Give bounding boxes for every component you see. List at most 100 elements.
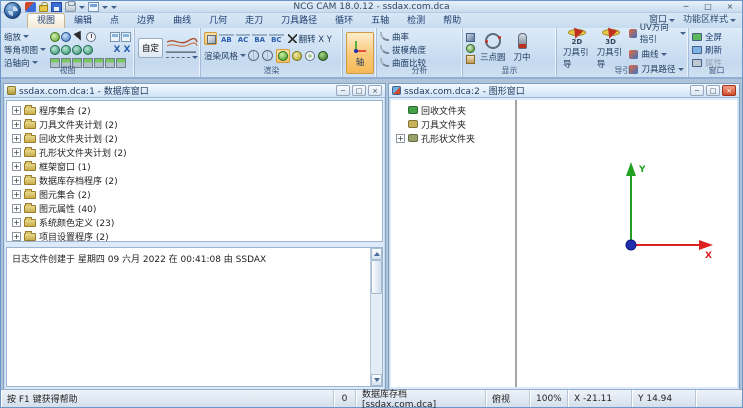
zoom-extents-icon[interactable]: X — [112, 45, 122, 55]
tree-item[interactable]: 图元属性 (40) — [7, 201, 382, 215]
textured-icon[interactable] — [318, 51, 328, 61]
db-restore-button[interactable]: □ — [352, 85, 366, 96]
custom-button[interactable]: 自定 — [138, 38, 163, 58]
ribbon-tab[interactable]: 视图 — [27, 13, 65, 28]
analysis-item[interactable]: 曲率 — [380, 30, 460, 43]
tree-item[interactable]: 项目设置程序 (2) — [7, 229, 382, 242]
expand-icon[interactable] — [396, 134, 405, 143]
gfx-minimize-button[interactable]: ─ — [690, 85, 704, 96]
dash-style-dropdown[interactable] — [166, 56, 198, 59]
view-pair-button[interactable]: AC — [236, 34, 251, 44]
tree-item[interactable]: 框架窗口 (1) — [7, 159, 382, 173]
zoom-dropdown[interactable]: 缩放 — [4, 31, 50, 43]
guide-menu-item[interactable]: UV方向指引 — [629, 21, 686, 45]
three-point-circle-button[interactable]: 三点圆 — [477, 28, 509, 68]
scrollbar-thumb[interactable] — [371, 260, 382, 294]
tree-item[interactable]: 刀具文件夹 — [391, 117, 515, 131]
hidden-line-icon[interactable] — [262, 50, 273, 61]
expand-icon[interactable] — [12, 232, 21, 241]
iso-view-4-icon[interactable] — [83, 45, 93, 55]
tree-item[interactable]: 数据库存档程序 (2) — [7, 173, 382, 187]
ribbon-tab[interactable]: 五轴 — [362, 14, 398, 28]
ribbon-tab[interactable]: 边界 — [128, 14, 164, 28]
log-scrollbar[interactable] — [370, 248, 382, 386]
display-sphere-icon[interactable] — [466, 44, 475, 53]
window-group-item[interactable]: 全屏 — [692, 30, 742, 43]
ribbon-tab[interactable]: 帮助 — [434, 14, 470, 28]
display-stock-icon[interactable] — [466, 55, 475, 64]
ribbon-tab[interactable]: 走刀 — [236, 14, 272, 28]
flip-icon[interactable] — [288, 34, 297, 43]
shaded-selected[interactable] — [276, 49, 290, 63]
shaded-edges-icon[interactable] — [292, 51, 302, 61]
iso-view-1-icon[interactable] — [50, 45, 60, 55]
maximize-button[interactable]: □ — [700, 1, 716, 12]
tree-item[interactable]: 图元集合 (2) — [7, 187, 382, 201]
close-button[interactable]: × — [722, 1, 738, 12]
guide-menu-item[interactable]: 曲线 — [629, 48, 686, 60]
db-close-button[interactable]: × — [368, 85, 382, 96]
graphics-window-titlebar[interactable]: ssdax.com.dca:2 - 图形窗口 ─ □ × — [389, 84, 739, 98]
scroll-down-icon[interactable] — [371, 374, 382, 386]
ribbon-tab[interactable]: 检测 — [398, 14, 434, 28]
single-window-icon[interactable] — [110, 32, 120, 42]
gfx-restore-button[interactable]: □ — [706, 85, 720, 96]
iso-view-dropdown[interactable]: 等角视图 — [4, 44, 50, 56]
tree-item[interactable]: 刀具文件夹计划 (2) — [7, 117, 382, 131]
app-menu-button[interactable] — [4, 2, 21, 19]
expand-icon[interactable] — [12, 190, 21, 199]
display-shade-icon[interactable] — [466, 33, 475, 42]
analysis-item[interactable]: 拔模角度 — [380, 43, 460, 56]
expand-icon[interactable] — [12, 134, 21, 143]
view-pair-button[interactable]: BC — [269, 34, 283, 44]
ribbon-tab[interactable]: 几何 — [200, 14, 236, 28]
tool-guide-button[interactable]: 2D 刀具引导 — [560, 30, 594, 70]
minimize-button[interactable]: ─ — [678, 1, 694, 12]
curve-sample-icon[interactable] — [166, 38, 198, 48]
flip-xy-button[interactable]: 翻转 X Y — [299, 33, 332, 45]
db-minimize-button[interactable]: ─ — [336, 85, 350, 96]
render-style-dropdown[interactable]: 渲染风格 — [204, 50, 246, 62]
translucent-icon[interactable] — [305, 51, 315, 61]
expand-icon[interactable] — [12, 120, 21, 129]
ribbon-tab[interactable]: 编辑 — [65, 14, 101, 28]
expand-icon[interactable] — [12, 218, 21, 227]
history-view-icon[interactable] — [86, 32, 96, 42]
expand-icon[interactable] — [12, 176, 21, 185]
tree-item[interactable]: 回收文件夹 — [391, 103, 515, 117]
tile-window-icon[interactable] — [121, 32, 131, 42]
iso-view-2-icon[interactable] — [61, 45, 71, 55]
ribbon-tab[interactable]: 循环 — [326, 14, 362, 28]
zoom-selected-icon[interactable]: X — [122, 45, 132, 55]
zoom-out-icon[interactable] — [61, 32, 71, 42]
ribbon-right-menu[interactable]: 功能区样式 — [683, 13, 736, 28]
ribbon-tab[interactable]: 刀具路径 — [272, 14, 326, 28]
line-sample-icon[interactable] — [166, 51, 196, 53]
gfx-close-button[interactable]: × — [722, 85, 736, 96]
tool-guide-button[interactable]: 3D 刀具引导 — [594, 30, 628, 70]
view-pair-button[interactable]: BA — [252, 34, 267, 44]
expand-icon[interactable] — [12, 106, 21, 115]
graphics-canvas[interactable]: Y X — [517, 100, 737, 387]
wireframe-icon[interactable] — [248, 50, 259, 61]
expand-icon[interactable] — [12, 148, 21, 157]
database-window-titlebar[interactable]: ssdax.com.dca:1 - 数据库窗口 ─ □ × — [4, 84, 385, 98]
zoom-in-icon[interactable] — [50, 32, 60, 42]
ribbon-tab[interactable]: 曲线 — [164, 14, 200, 28]
view-pair-button[interactable]: AB — [219, 34, 234, 44]
tree-item[interactable]: 孔形状文件夹 — [391, 131, 515, 145]
iso-view-3-icon[interactable] — [72, 45, 82, 55]
ribbon-tab[interactable]: 点 — [101, 14, 128, 28]
expand-icon[interactable] — [12, 204, 21, 213]
tree-item[interactable]: 孔形状文件夹计划 (2) — [7, 145, 382, 159]
tree-item[interactable]: 程序集合 (2) — [7, 103, 382, 117]
tree-item[interactable]: 回收文件夹计划 (2) — [7, 131, 382, 145]
tree-item[interactable]: 系统颜色定义 (23) — [7, 215, 382, 229]
render-selected-swatch[interactable] — [204, 32, 217, 45]
expand-icon[interactable] — [12, 162, 21, 171]
tool-center-button[interactable]: 刀中 — [511, 28, 534, 68]
scroll-up-icon[interactable] — [371, 248, 382, 260]
select-cursor-icon[interactable] — [73, 31, 84, 43]
window-group-item[interactable]: 刷新 — [692, 43, 742, 56]
axis-toggle-button[interactable]: 轴 — [346, 32, 374, 74]
